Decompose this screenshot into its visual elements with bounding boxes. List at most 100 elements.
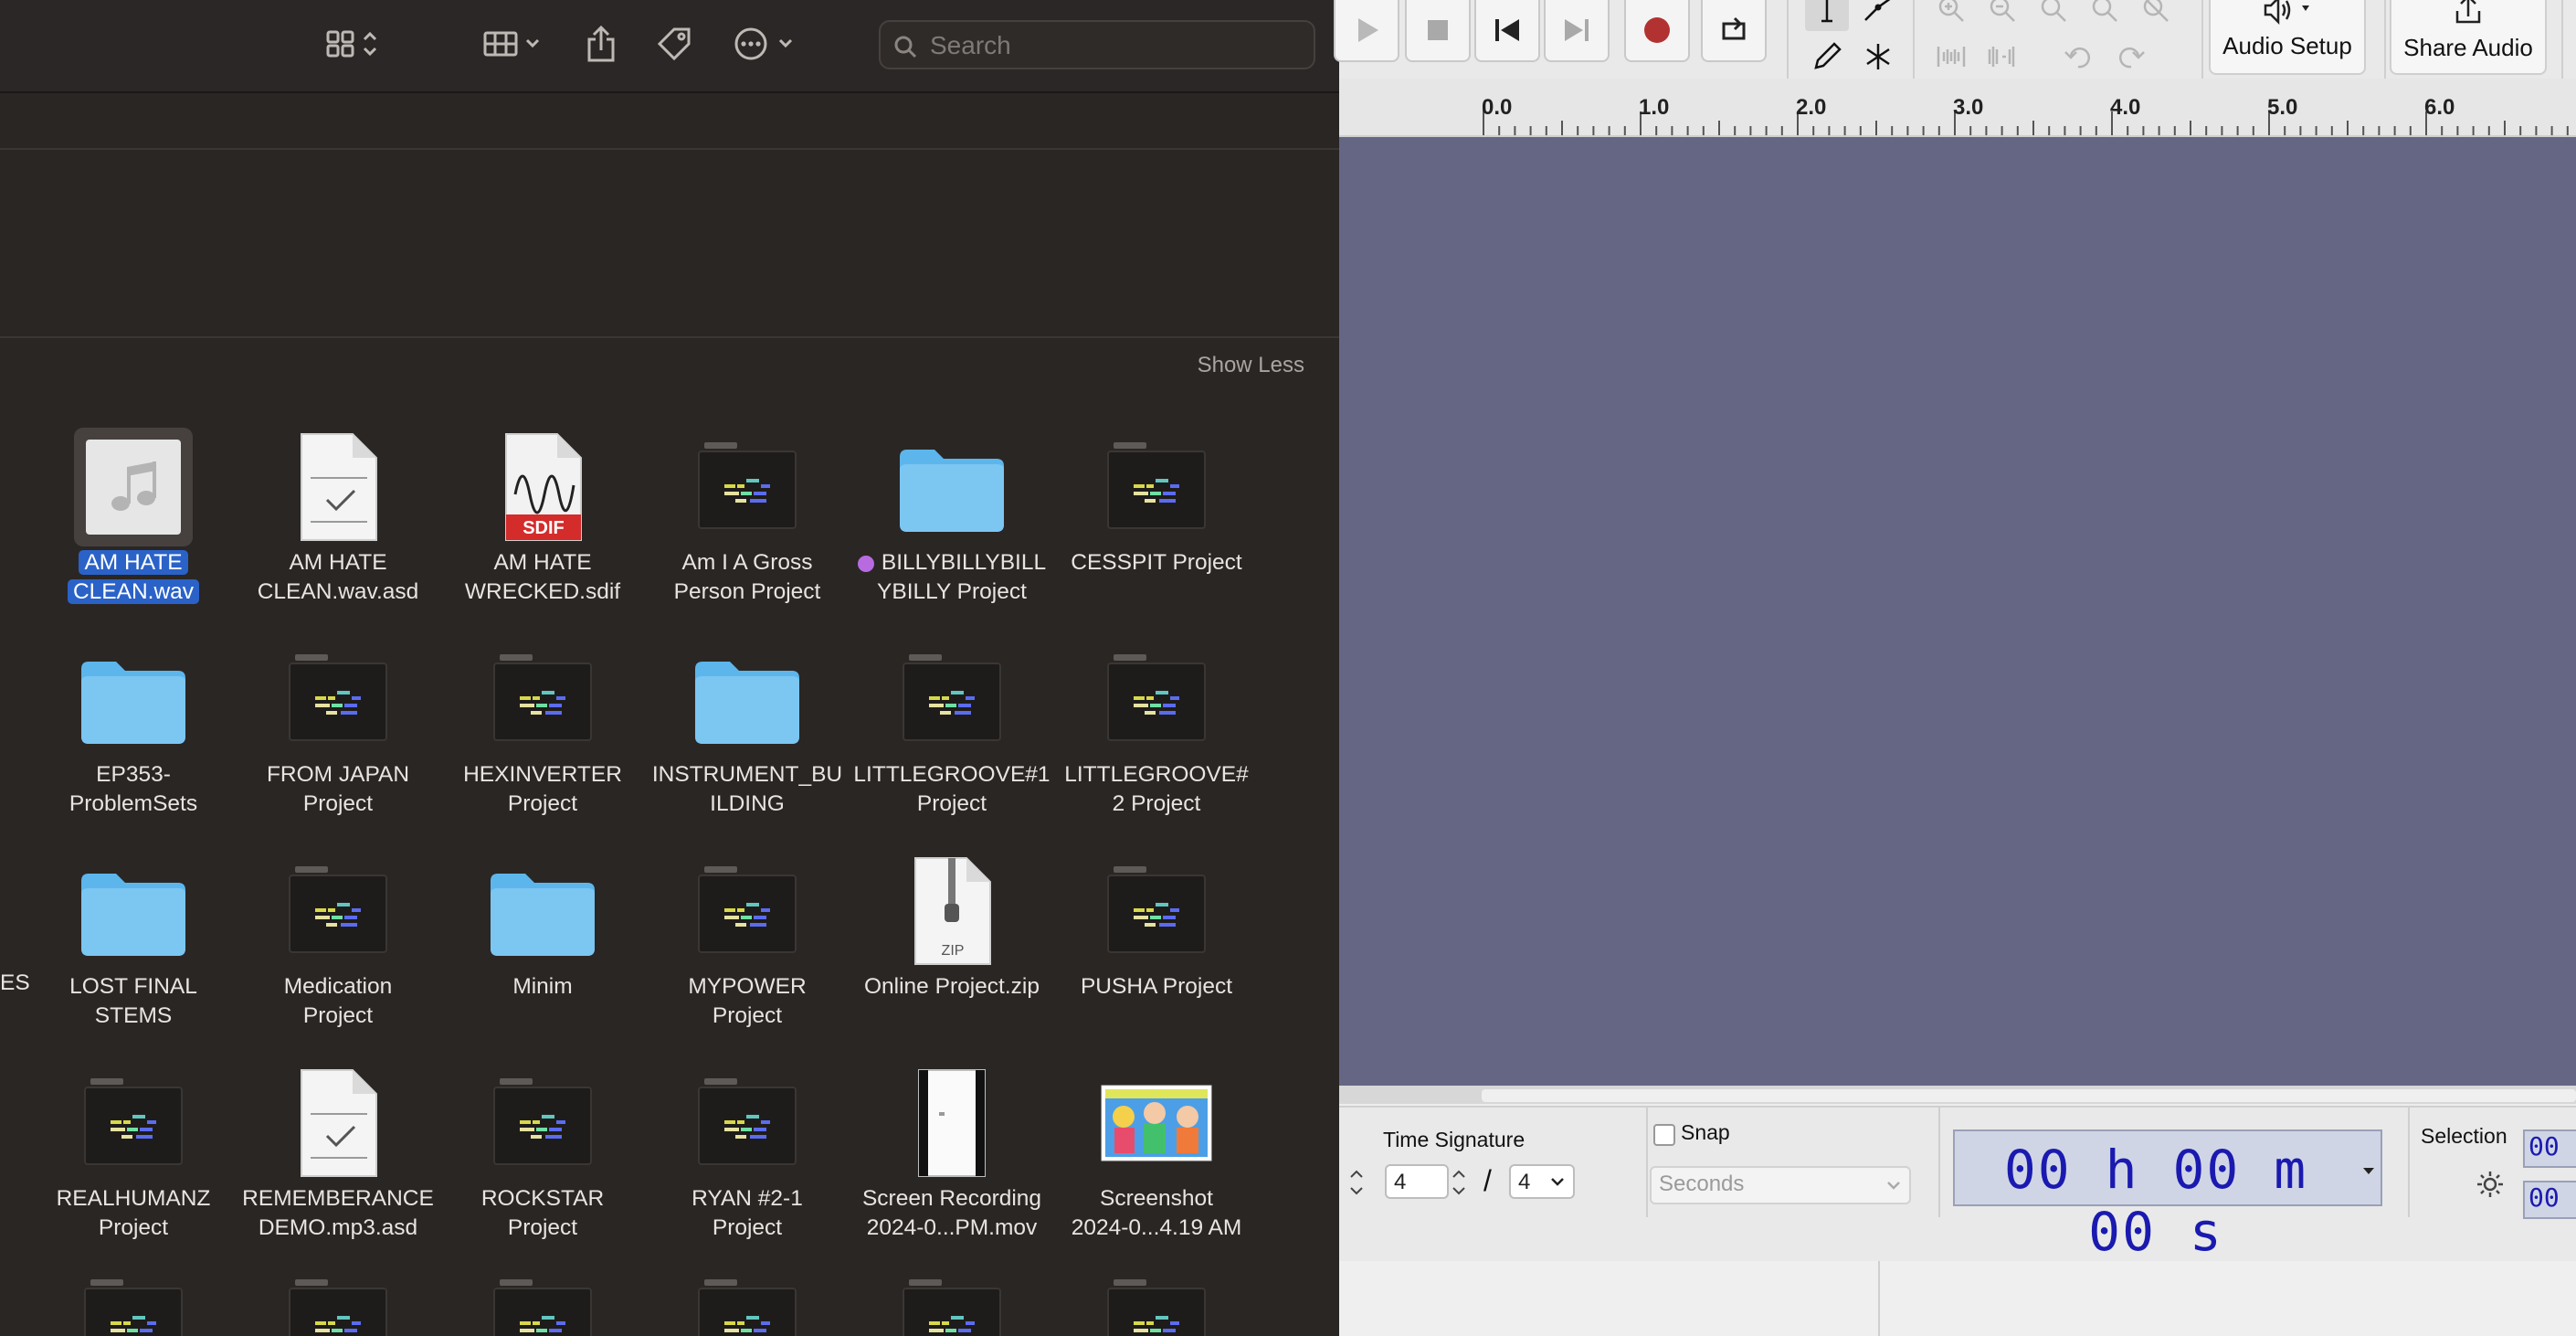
time-display[interactable]: 00 h 00 m 00 s: [1953, 1129, 2382, 1263]
show-less-button[interactable]: Show Less: [1198, 353, 1304, 378]
file-item-partial[interactable]: [1103, 1270, 1210, 1336]
file-name-text: REALHUMANZ Project: [56, 1186, 211, 1240]
file-icon: [279, 640, 397, 758]
file-item[interactable]: LITTLEGROOVE#1 Project: [850, 631, 1054, 822]
fit-selection-button[interactable]: [2032, 0, 2075, 31]
redo-button[interactable]: [2108, 35, 2152, 79]
time-sig-numerator[interactable]: 4: [1385, 1164, 1449, 1199]
file-item[interactable]: HEXINVERTER Project: [440, 631, 645, 822]
zoom-sel-icon: [2041, 0, 2066, 22]
file-item[interactable]: ROCKSTAR Project: [440, 1055, 645, 1246]
skip-end-icon: [1565, 19, 1589, 41]
chevron-down-icon[interactable]: [2360, 1162, 2377, 1179]
selection-tool[interactable]: [1805, 0, 1849, 31]
file-item[interactable]: Screen Recording 2024-0...PM.mov: [850, 1055, 1054, 1246]
finder-window: Show Less ES AM HATE CLEAN.wav AM HATE C…: [0, 0, 1339, 1336]
skip-to-start-button[interactable]: [1474, 0, 1540, 62]
folder-icon: [81, 662, 185, 744]
file-name: REALHUMANZ Project: [31, 1184, 236, 1243]
file-item[interactable]: Minim: [440, 843, 645, 1034]
file-item-partial[interactable]: [898, 1270, 1006, 1336]
record-button[interactable]: [1624, 0, 1690, 62]
file-item-partial[interactable]: [284, 1270, 392, 1336]
search-field[interactable]: [879, 20, 1315, 69]
file-name: Minim: [440, 972, 645, 1002]
numerator-stepper-icon[interactable]: [1449, 1164, 1469, 1201]
scrollbar-thumb[interactable]: [1482, 1089, 2576, 1102]
audio-setup-button[interactable]: Audio Setup: [2209, 0, 2366, 75]
file-item[interactable]: Screenshot 2024-0...4.19 AM: [1054, 1055, 1259, 1246]
file-item[interactable]: AM HATE CLEAN.wav: [31, 419, 236, 610]
loop-button[interactable]: [1701, 0, 1767, 62]
file-name-text: PUSHA Project: [1080, 974, 1233, 999]
file-item[interactable]: SDIF AM HATE WRECKED.sdif: [440, 419, 645, 610]
ruler-tick-label: 3.0: [1953, 95, 1984, 120]
fit-project-button[interactable]: [2083, 0, 2127, 31]
ableton-project-icon: [493, 1279, 592, 1336]
settings-gear-icon[interactable]: [2474, 1168, 2507, 1201]
zoom-out-button[interactable]: [1980, 0, 2024, 31]
search-input[interactable]: [928, 29, 1297, 62]
group-by-button[interactable]: [479, 20, 552, 68]
share-icon[interactable]: [583, 20, 619, 68]
share-audio-button[interactable]: Share Audio: [2390, 0, 2547, 75]
file-item[interactable]: AM HATE CLEAN.wav.asd: [236, 419, 440, 610]
file-item[interactable]: FROM JAPAN Project: [236, 631, 440, 822]
file-item-partial[interactable]: [693, 1270, 801, 1336]
file-name-text: AM HATE CLEAN.wav: [67, 550, 200, 604]
zoom-toggle-button[interactable]: [2134, 0, 2178, 31]
file-item[interactable]: CESSPIT Project: [1054, 419, 1259, 610]
document-icon: [301, 1069, 377, 1177]
skip-to-end-button[interactable]: [1544, 0, 1610, 62]
file-name-text: INSTRUMENT_BU ILDING: [651, 762, 843, 816]
divider: [1646, 1108, 1648, 1217]
file-item[interactable]: REALHUMANZ Project: [31, 1055, 236, 1246]
file-item[interactable]: INSTRUMENT_BU ILDING: [645, 631, 850, 822]
selection-start-field[interactable]: 00: [2523, 1129, 2576, 1168]
more-actions-button[interactable]: [731, 20, 800, 68]
file-item-partial[interactable]: [79, 1270, 187, 1336]
file-name-text: Screenshot 2024-0...4.19 AM: [1071, 1186, 1242, 1240]
envelope-tool[interactable]: [1856, 0, 1900, 31]
file-icon: [483, 640, 602, 758]
file-icon: [892, 428, 1011, 546]
file-item[interactable]: RYAN #2-1 Project: [645, 1055, 850, 1246]
file-name: MYPOWER Project: [645, 972, 850, 1031]
file-icon: [74, 852, 193, 970]
file-item[interactable]: Medication Project: [236, 843, 440, 1034]
zoom-in-button[interactable]: [1929, 0, 1973, 31]
file-item[interactable]: LOST FINAL STEMS: [31, 843, 236, 1034]
view-mode-button[interactable]: [320, 20, 393, 68]
silence-button[interactable]: [1980, 35, 2024, 79]
folder-icon: [491, 874, 595, 956]
timeline-ruler[interactable]: 0.0 1.0 2.0 3.0 4.0 5.0 6.0: [1339, 79, 2576, 137]
file-item[interactable]: REMEMBERANCE DEMO.mp3.asd: [236, 1055, 440, 1246]
play-button[interactable]: [1334, 0, 1399, 62]
time-sig-denominator[interactable]: 4: [1509, 1164, 1575, 1199]
trim-button[interactable]: [1929, 35, 1973, 79]
file-item[interactable]: PUSHA Project: [1054, 843, 1259, 1034]
file-item-partial[interactable]: [489, 1270, 596, 1336]
file-icon: [74, 1064, 193, 1182]
tag-icon[interactable]: [654, 20, 694, 68]
undo-button[interactable]: [2057, 35, 2101, 79]
draw-tool[interactable]: [1805, 35, 1849, 79]
horizontal-scrollbar[interactable]: [1339, 1086, 2576, 1104]
sdif-file-icon: SDIF: [505, 433, 582, 541]
file-item[interactable]: ZIP Online Project.zip: [850, 843, 1054, 1034]
file-item[interactable]: EP353- ProblemSets: [31, 631, 236, 822]
movie-file-icon: [918, 1069, 986, 1177]
snap-units-select[interactable]: Seconds: [1650, 1166, 1911, 1204]
stop-button[interactable]: [1405, 0, 1471, 62]
file-item[interactable]: BILLYBILLYBILL YBILLY Project: [850, 419, 1054, 610]
file-item[interactable]: MYPOWER Project: [645, 843, 850, 1034]
file-item[interactable]: Am I A Gross Person Project: [645, 419, 850, 610]
file-icon: [483, 1064, 602, 1182]
snap-units-value: Seconds: [1659, 1172, 1745, 1196]
track-area[interactable]: [1339, 137, 2576, 1086]
snap-checkbox[interactable]: [1653, 1124, 1675, 1146]
spinner-icon[interactable]: [1346, 1164, 1367, 1201]
selection-end-field[interactable]: 00: [2523, 1181, 2576, 1219]
multi-tool[interactable]: [1856, 35, 1900, 79]
file-item[interactable]: LITTLEGROOVE# 2 Project: [1054, 631, 1259, 822]
